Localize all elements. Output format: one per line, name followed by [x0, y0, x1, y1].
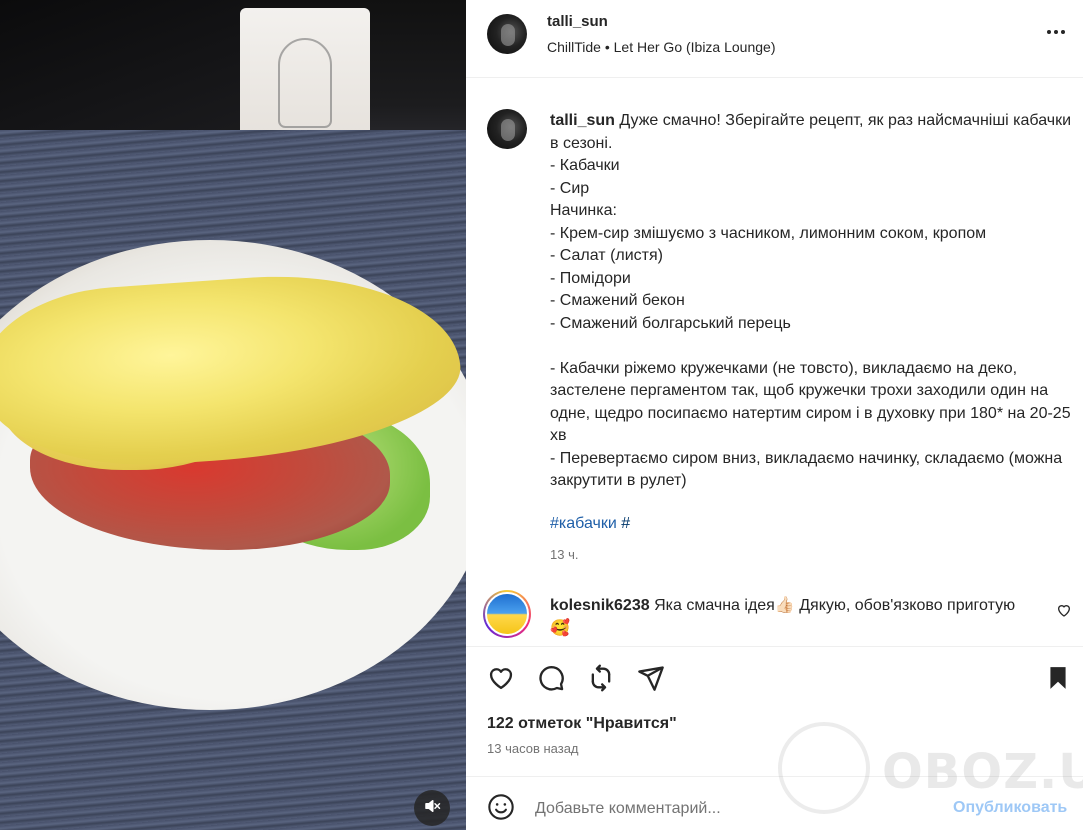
post-header: talli_sun ChillTide • Let Her Go (Ibiza …: [466, 0, 1083, 78]
music-info[interactable]: ChillTide • Let Her Go (Ibiza Lounge): [547, 39, 776, 55]
more-options-button[interactable]: [1042, 22, 1070, 46]
mute-icon: [423, 797, 441, 820]
bag-drawing: [278, 38, 332, 128]
caption-body: Дуже смачно! Зберігайте рецепт, як раз н…: [550, 112, 1072, 489]
heart-icon: [487, 664, 515, 697]
commenter-username[interactable]: kolesnik6238: [550, 597, 650, 614]
hashtag-rest: #: [616, 515, 631, 532]
bookmark-icon: [1045, 665, 1071, 696]
like-button[interactable]: [485, 664, 517, 696]
mute-button[interactable]: [414, 790, 450, 826]
comment-icon: [537, 664, 565, 697]
post-caption: talli_sun Дуже смачно! Зберігайте рецепт…: [466, 79, 1083, 579]
caption-hashtags: #кабачки #: [550, 515, 630, 533]
comment-item: kolesnik6238 Яка смачна ідея👍🏻 Дякую, об…: [466, 585, 1083, 647]
share-icon: [587, 664, 615, 697]
post-comment-button[interactable]: Опубликовать: [953, 799, 1067, 817]
comment-like-button[interactable]: [1056, 602, 1074, 620]
caption-username[interactable]: talli_sun: [550, 112, 615, 129]
heart-icon: [1056, 605, 1072, 622]
more-icon: [1044, 20, 1068, 49]
post-time: 13 часов назад: [487, 741, 579, 756]
comment-input[interactable]: [535, 797, 935, 821]
author-avatar[interactable]: [487, 14, 527, 54]
likes-count[interactable]: 122 отметок "Нравится": [487, 715, 677, 733]
emoji-icon: [487, 793, 515, 826]
post-panel: talli_sun ChillTide • Let Her Go (Ibiza …: [466, 0, 1083, 830]
add-comment-bar: Опубликовать: [466, 776, 1083, 830]
author-username[interactable]: talli_sun: [547, 13, 608, 30]
caption-time: 13 ч.: [550, 547, 579, 562]
commenter-avatar[interactable]: [483, 590, 531, 638]
comment-button[interactable]: [535, 664, 567, 696]
save-button[interactable]: [1042, 664, 1074, 696]
hashtag-link[interactable]: #кабачки: [550, 515, 617, 532]
emoji-button[interactable]: [485, 793, 517, 825]
post-media[interactable]: [0, 0, 466, 830]
caption-avatar[interactable]: [487, 109, 527, 149]
comment-text: kolesnik6238 Яка смачна ідея👍🏻 Дякую, об…: [550, 595, 1030, 640]
caption-text: talli_sun Дуже смачно! Зберігайте рецепт…: [550, 110, 1075, 493]
action-bar: [466, 656, 1083, 704]
repost-button[interactable]: [585, 664, 617, 696]
send-button[interactable]: [635, 664, 667, 696]
send-icon: [637, 664, 665, 697]
